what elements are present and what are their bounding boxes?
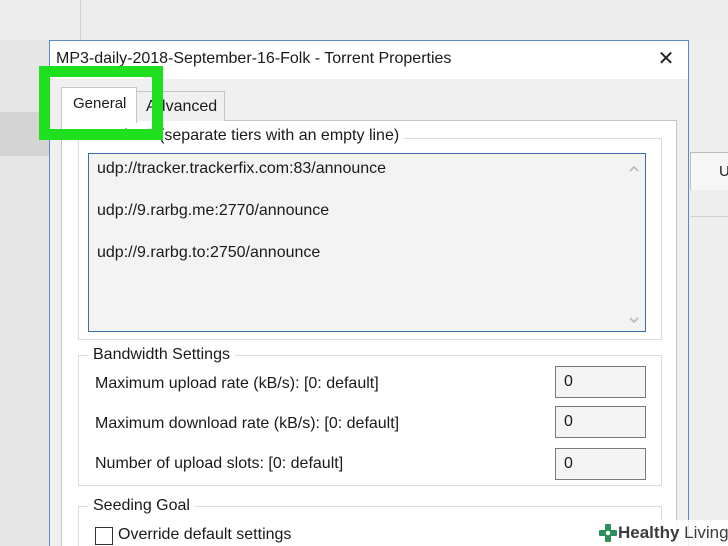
override-default-label[interactable]: Override default settings [118, 526, 291, 544]
override-default-checkbox[interactable] [95, 527, 113, 545]
background-right-panel [689, 40, 728, 546]
max-upload-rate-input[interactable]: 0 [555, 366, 646, 398]
tracker-line: udp://9.rarbg.to:2750/announce [97, 244, 321, 261]
background-right-divider [690, 216, 728, 217]
background-toolbar [0, 0, 728, 40]
watermark-bold: Healthy [618, 523, 680, 542]
close-icon: ✕ [657, 48, 675, 70]
trackers-textarea[interactable]: udp://tracker.trackerfix.com:83/announce… [88, 153, 646, 332]
tab-highlight-box [39, 66, 163, 140]
chevron-down-icon[interactable] [627, 313, 641, 327]
tracker-line: udp://9.rarbg.me:2770/announce [97, 202, 330, 219]
watermark: Healthy Living [594, 520, 728, 546]
tracker-line: udp://tracker.trackerfix.com:83/announce [97, 160, 387, 177]
upload-slots-input[interactable]: 0 [555, 448, 646, 480]
seeding-goal-group-label: Seeding Goal [88, 497, 195, 515]
max-download-rate-input[interactable]: 0 [555, 406, 646, 438]
watermark-light: Living [679, 523, 728, 542]
close-button[interactable]: ✕ [650, 45, 682, 73]
health-cross-icon [599, 524, 617, 542]
max-upload-rate-label: Maximum upload rate (kB/s): [0: default] [95, 375, 379, 392]
chevron-up-icon[interactable] [627, 162, 641, 176]
background-divider [80, 0, 81, 40]
background-right-field: U [690, 152, 728, 190]
watermark-text: Healthy Living [618, 523, 728, 543]
max-download-rate-label: Maximum download rate (kB/s): [0: defaul… [95, 415, 400, 432]
bandwidth-group-label: Bandwidth Settings [88, 346, 235, 364]
upload-slots-label: Number of upload slots: [0: default] [95, 455, 344, 472]
